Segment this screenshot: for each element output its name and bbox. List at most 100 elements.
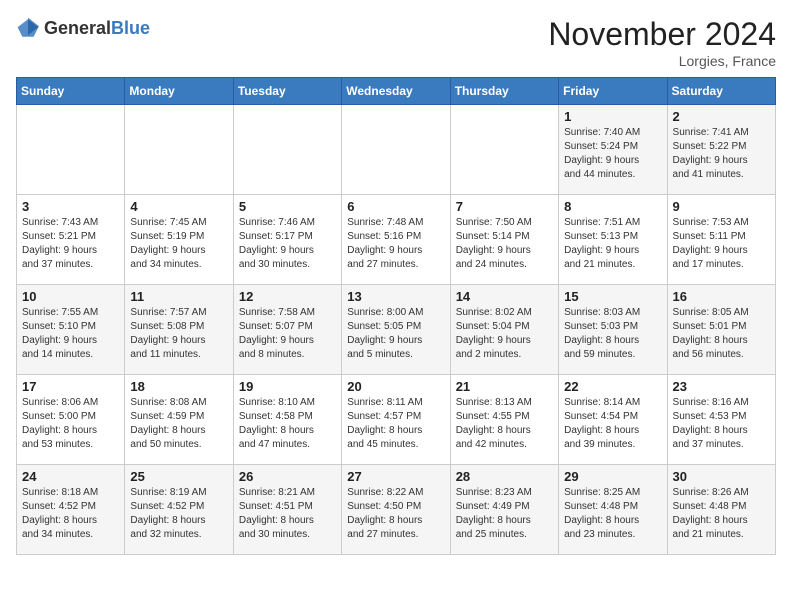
weekday-header: Thursday	[450, 78, 558, 105]
day-number: 29	[564, 469, 661, 484]
page-header: GeneralBlue November 2024 Lorgies, Franc…	[16, 16, 776, 69]
calendar-day-cell	[342, 105, 450, 195]
calendar-day-cell: 8Sunrise: 7:51 AM Sunset: 5:13 PM Daylig…	[559, 195, 667, 285]
day-info: Sunrise: 7:57 AM Sunset: 5:08 PM Dayligh…	[130, 306, 227, 362]
day-info: Sunrise: 7:45 AM Sunset: 5:19 PM Dayligh…	[130, 216, 227, 272]
calendar-day-cell: 5 Sunrise: 7:46 AM Sunset: 5:17 PM Daylig…	[233, 195, 341, 285]
calendar-day-cell: 7 Sunrise: 7:50 AM Sunset: 5:14 PM Daylig…	[450, 195, 558, 285]
day-info: Sunrise: 8:19 AM Sunset: 4:52 PM Dayligh…	[130, 486, 227, 542]
calendar-day-cell: 27 Sunrise: 8:22 AM Sunset: 4:50 PM Dayli…	[342, 465, 450, 555]
day-number: 28	[456, 469, 553, 484]
day-info: Sunrise: 8:26 AM Sunset: 4:48 PM Dayligh…	[673, 486, 770, 542]
calendar-day-cell: 17 Sunrise: 8:06 AM Sunset: 5:00 PM Dayli…	[17, 375, 125, 465]
calendar-day-cell: 10 Sunrise: 7:55 AM Sunset: 5:10 PM Dayli…	[17, 285, 125, 375]
day-info: Sunrise: 7:55 AM Sunset: 5:10 PM Dayligh…	[22, 306, 119, 362]
calendar-day-cell: 13Sunrise: 8:00 AM Sunset: 5:05 PM Dayli…	[342, 285, 450, 375]
weekday-header: Sunday	[17, 78, 125, 105]
calendar-day-cell: 24 Sunrise: 8:18 AM Sunset: 4:52 PM Dayli…	[17, 465, 125, 555]
weekday-header: Monday	[125, 78, 233, 105]
calendar-day-cell: 29 Sunrise: 8:25 AM Sunset: 4:48 PM Dayli…	[559, 465, 667, 555]
day-number: 19	[239, 379, 336, 394]
day-info: Sunrise: 7:41 AM Sunset: 5:22 PM Dayligh…	[673, 126, 770, 182]
day-info: Sunrise: 8:06 AM Sunset: 5:00 PM Dayligh…	[22, 396, 119, 452]
calendar-day-cell: 6 Sunrise: 7:48 AM Sunset: 5:16 PM Daylig…	[342, 195, 450, 285]
weekday-header: Tuesday	[233, 78, 341, 105]
day-info: Sunrise: 8:22 AM Sunset: 4:50 PM Dayligh…	[347, 486, 444, 542]
day-info: Sunrise: 8:21 AM Sunset: 4:51 PM Dayligh…	[239, 486, 336, 542]
calendar-week-row: 10 Sunrise: 7:55 AM Sunset: 5:10 PM Dayli…	[17, 285, 776, 375]
day-number: 20	[347, 379, 444, 394]
day-number: 3	[22, 199, 119, 214]
day-info: Sunrise: 7:48 AM Sunset: 5:16 PM Dayligh…	[347, 216, 444, 272]
calendar-day-cell: 26 Sunrise: 8:21 AM Sunset: 4:51 PM Dayli…	[233, 465, 341, 555]
day-info: Sunrise: 8:14 AM Sunset: 4:54 PM Dayligh…	[564, 396, 661, 452]
calendar-day-cell: 25 Sunrise: 8:19 AM Sunset: 4:52 PM Dayli…	[125, 465, 233, 555]
month-title: November 2024	[548, 16, 776, 53]
weekday-header: Wednesday	[342, 78, 450, 105]
day-number: 8	[564, 199, 661, 214]
day-info: Sunrise: 8:02 AM Sunset: 5:04 PM Dayligh…	[456, 306, 553, 362]
day-number: 13	[347, 289, 444, 304]
location: Lorgies, France	[548, 53, 776, 69]
calendar-day-cell: 4 Sunrise: 7:45 AM Sunset: 5:19 PM Daylig…	[125, 195, 233, 285]
day-number: 11	[130, 289, 227, 304]
day-number: 6	[347, 199, 444, 214]
day-info: Sunrise: 8:23 AM Sunset: 4:49 PM Dayligh…	[456, 486, 553, 542]
calendar-day-cell: 14Sunrise: 8:02 AM Sunset: 5:04 PM Dayli…	[450, 285, 558, 375]
day-number: 27	[347, 469, 444, 484]
day-number: 7	[456, 199, 553, 214]
calendar-day-cell	[17, 105, 125, 195]
day-number: 2	[673, 109, 770, 124]
day-number: 17	[22, 379, 119, 394]
day-number: 1	[564, 109, 661, 124]
day-number: 10	[22, 289, 119, 304]
calendar-day-cell: 30Sunrise: 8:26 AM Sunset: 4:48 PM Dayli…	[667, 465, 775, 555]
day-info: Sunrise: 8:10 AM Sunset: 4:58 PM Dayligh…	[239, 396, 336, 452]
day-info: Sunrise: 8:16 AM Sunset: 4:53 PM Dayligh…	[673, 396, 770, 452]
day-number: 4	[130, 199, 227, 214]
day-info: Sunrise: 8:08 AM Sunset: 4:59 PM Dayligh…	[130, 396, 227, 452]
calendar-day-cell	[125, 105, 233, 195]
calendar-week-row: 3Sunrise: 7:43 AM Sunset: 5:21 PM Daylig…	[17, 195, 776, 285]
title-block: November 2024 Lorgies, France	[548, 16, 776, 69]
day-number: 26	[239, 469, 336, 484]
calendar-week-row: 1Sunrise: 7:40 AM Sunset: 5:24 PM Daylig…	[17, 105, 776, 195]
day-number: 18	[130, 379, 227, 394]
day-number: 9	[673, 199, 770, 214]
calendar-day-cell: 2 Sunrise: 7:41 AM Sunset: 5:22 PM Daylig…	[667, 105, 775, 195]
day-info: Sunrise: 8:05 AM Sunset: 5:01 PM Dayligh…	[673, 306, 770, 362]
weekday-header: Saturday	[667, 78, 775, 105]
day-info: Sunrise: 8:18 AM Sunset: 4:52 PM Dayligh…	[22, 486, 119, 542]
calendar-day-cell: 11 Sunrise: 7:57 AM Sunset: 5:08 PM Dayli…	[125, 285, 233, 375]
weekday-header: Friday	[559, 78, 667, 105]
calendar-day-cell: 18 Sunrise: 8:08 AM Sunset: 4:59 PM Dayli…	[125, 375, 233, 465]
calendar-day-cell: 12Sunrise: 7:58 AM Sunset: 5:07 PM Dayli…	[233, 285, 341, 375]
day-info: Sunrise: 8:13 AM Sunset: 4:55 PM Dayligh…	[456, 396, 553, 452]
calendar-day-cell: 21Sunrise: 8:13 AM Sunset: 4:55 PM Dayli…	[450, 375, 558, 465]
calendar-day-cell: 16 Sunrise: 8:05 AM Sunset: 5:01 PM Dayli…	[667, 285, 775, 375]
calendar-day-cell: 22 Sunrise: 8:14 AM Sunset: 4:54 PM Dayli…	[559, 375, 667, 465]
day-number: 12	[239, 289, 336, 304]
day-info: Sunrise: 7:46 AM Sunset: 5:17 PM Dayligh…	[239, 216, 336, 272]
calendar-week-row: 17 Sunrise: 8:06 AM Sunset: 5:00 PM Dayli…	[17, 375, 776, 465]
day-number: 22	[564, 379, 661, 394]
calendar-table: SundayMondayTuesdayWednesdayThursdayFrid…	[16, 77, 776, 555]
day-info: Sunrise: 8:25 AM Sunset: 4:48 PM Dayligh…	[564, 486, 661, 542]
day-info: Sunrise: 8:03 AM Sunset: 5:03 PM Dayligh…	[564, 306, 661, 362]
day-number: 15	[564, 289, 661, 304]
day-info: Sunrise: 7:50 AM Sunset: 5:14 PM Dayligh…	[456, 216, 553, 272]
calendar-day-cell: 28 Sunrise: 8:23 AM Sunset: 4:49 PM Dayli…	[450, 465, 558, 555]
calendar-day-cell: 9Sunrise: 7:53 AM Sunset: 5:11 PM Daylig…	[667, 195, 775, 285]
calendar-day-cell: 1Sunrise: 7:40 AM Sunset: 5:24 PM Daylig…	[559, 105, 667, 195]
logo: GeneralBlue	[16, 16, 150, 40]
weekday-header-row: SundayMondayTuesdayWednesdayThursdayFrid…	[17, 78, 776, 105]
calendar-day-cell: 20Sunrise: 8:11 AM Sunset: 4:57 PM Dayli…	[342, 375, 450, 465]
day-number: 5	[239, 199, 336, 214]
day-number: 24	[22, 469, 119, 484]
calendar-week-row: 24 Sunrise: 8:18 AM Sunset: 4:52 PM Dayli…	[17, 465, 776, 555]
day-number: 25	[130, 469, 227, 484]
day-number: 16	[673, 289, 770, 304]
day-number: 23	[673, 379, 770, 394]
calendar-day-cell: 19 Sunrise: 8:10 AM Sunset: 4:58 PM Dayli…	[233, 375, 341, 465]
logo-text-blue: Blue	[111, 18, 150, 38]
